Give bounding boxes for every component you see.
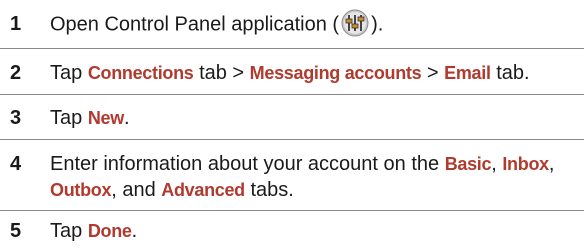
basic-tab-label: Basic — [444, 154, 492, 174]
connections-tab-label: Connections — [87, 63, 194, 83]
step-text: , — [548, 153, 555, 175]
inbox-tab-label: Inbox — [502, 154, 549, 174]
step-4: 4 Enter information about your account o… — [0, 151, 584, 203]
outbox-tab-label: Outbox — [50, 180, 112, 200]
step-text: . — [123, 107, 130, 129]
step-text-end: ). — [371, 13, 384, 36]
separator — [0, 210, 584, 211]
step-text: tab. — [490, 62, 530, 84]
step-number: 2 — [10, 62, 22, 84]
step-number: 4 — [10, 153, 22, 175]
step-text: tabs. — [244, 179, 294, 201]
step-text: , and — [111, 179, 162, 201]
step-text: tab > — [193, 62, 250, 84]
new-button-label: New — [87, 108, 124, 128]
step-text: Tap — [50, 220, 88, 242]
separator — [0, 94, 584, 95]
step-text: Tap — [50, 62, 88, 84]
step-text: > — [421, 62, 445, 84]
step-text: , — [491, 153, 503, 175]
step-3: 3 Tap New. — [0, 105, 584, 131]
step-5: 5 Tap Done. — [0, 218, 584, 244]
step-text: Open Control Panel application ( — [50, 13, 340, 36]
step-number: 5 — [10, 220, 22, 242]
step-text: Enter information about your account on … — [50, 153, 445, 175]
step-text: . — [131, 220, 138, 242]
control-panel-sliders-icon — [341, 9, 369, 37]
done-button-label: Done — [87, 221, 132, 241]
separator — [0, 139, 584, 140]
step-1: 1 Open Control Panel application ( ). — [0, 9, 584, 39]
separator — [0, 48, 584, 49]
step-2: 2 Tap Connections tab > Messaging accoun… — [0, 60, 584, 86]
step-number: 1 — [10, 13, 22, 35]
advanced-tab-label: Advanced — [161, 180, 245, 200]
messaging-accounts-label: Messaging accounts — [249, 63, 422, 83]
email-tab-label: Email — [444, 63, 491, 83]
steps-list: 1 Open Control Panel application ( ). 2 … — [0, 0, 584, 251]
step-number: 3 — [10, 107, 22, 129]
step-text: Tap — [50, 107, 88, 129]
